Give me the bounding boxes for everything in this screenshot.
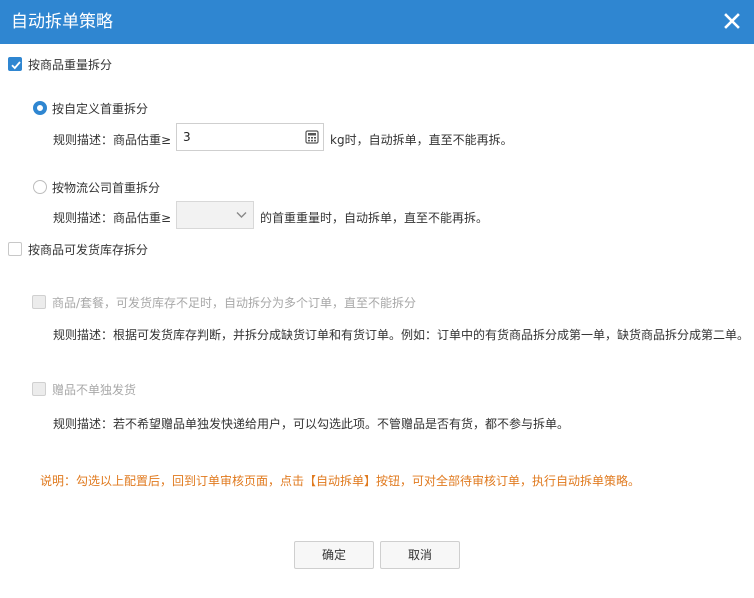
gift-rule: 规则描述：若不希望赠品单独发快递给用户，可以勾选此项。不管赠品是否有货，都不参与… [53, 417, 570, 431]
gift-no-separate-label: 赠品不单独发货 [52, 383, 137, 397]
custom-weight-rule-suffix: kg时，自动拆单，直至不能再拆。 [330, 133, 513, 147]
logistics-weight-label: 按物流公司首重拆分 [52, 181, 161, 195]
weight-input[interactable]: 3 [176, 123, 324, 151]
logistics-weight-rule-suffix: 的首重重量时，自动拆单，直至不能再拆。 [260, 211, 489, 225]
weight-split-label: 按商品重量拆分 [28, 58, 113, 72]
logistics-weight-radio[interactable] [33, 180, 47, 194]
custom-weight-radio[interactable] [33, 101, 47, 115]
weight-split-checkbox[interactable] [8, 57, 22, 71]
stock-shortage-split-checkbox[interactable] [32, 295, 46, 309]
note-text: 说明：勾选以上配置后，回到订单审核页面，点击【自动拆单】按钮，可对全部待审核订单… [40, 474, 641, 488]
gift-no-separate-checkbox[interactable] [32, 382, 46, 396]
confirm-button[interactable]: 确定 [294, 541, 374, 569]
close-icon[interactable] [724, 12, 740, 30]
check-icon [11, 61, 21, 70]
dialog-title: 自动拆单策略 [11, 12, 113, 32]
chevron-down-icon [236, 212, 247, 218]
logistics-company-select[interactable] [176, 201, 254, 229]
custom-weight-rule-prefix: 规则描述：商品估重≥ [53, 133, 172, 147]
custom-weight-label: 按自定义首重拆分 [52, 102, 149, 116]
stock-shortage-split-label: 商品/套餐，可发货库存不足时，自动拆分为多个订单，直至不能拆分 [52, 296, 417, 310]
stock-split-label: 按商品可发货库存拆分 [28, 243, 149, 257]
weight-input-value: 3 [183, 130, 191, 144]
auto-split-dialog: 自动拆单策略 按商品重量拆分 按自定义首重拆分 规则描述：商品估重≥ 3 kg时… [0, 0, 754, 598]
calculator-icon[interactable] [305, 130, 319, 144]
dialog-titlebar: 自动拆单策略 [0, 0, 754, 44]
stock-shortage-rule: 规则描述：根据可发货库存判断，并拆分成缺货订单和有货订单。例如：订单中的有货商品… [53, 328, 750, 342]
logistics-weight-rule-prefix: 规则描述：商品估重≥ [53, 211, 172, 225]
cancel-button[interactable]: 取消 [380, 541, 460, 569]
stock-split-checkbox[interactable] [8, 242, 22, 256]
